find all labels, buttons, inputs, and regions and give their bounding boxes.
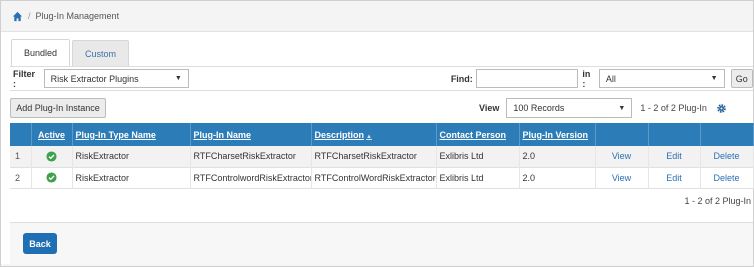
header-delete-action xyxy=(700,123,754,146)
description-cell: RTFCharsetRiskExtractor xyxy=(311,146,437,167)
plugin-type-name-cell: RiskExtractor xyxy=(72,167,191,188)
view-cell: View xyxy=(595,146,649,167)
gear-icon[interactable] xyxy=(716,103,727,114)
footer: Back xyxy=(10,222,753,265)
find-input[interactable] xyxy=(475,69,579,88)
sort-ascending-icon: ▲ xyxy=(366,133,372,140)
row-number: 2 xyxy=(10,167,32,188)
edit-cell: Edit xyxy=(648,146,701,167)
header-index xyxy=(10,123,32,146)
header-plugin-type-name[interactable]: Plug-In Type Name xyxy=(72,123,191,146)
header-active[interactable]: Active xyxy=(31,123,73,146)
in-select[interactable]: All ▼ xyxy=(598,69,725,88)
delete-link[interactable]: Delete xyxy=(713,151,739,161)
delete-cell: Delete xyxy=(700,146,754,167)
delete-link[interactable]: Delete xyxy=(713,173,739,183)
description-cell: RTFControlWordRiskExtractor xyxy=(311,167,437,188)
header-description-label: Description xyxy=(314,129,365,140)
go-button[interactable]: Go xyxy=(730,69,753,88)
contact-person-cell: Exlibris Ltd xyxy=(436,146,520,167)
header-edit-action xyxy=(648,123,701,146)
tab-bundled[interactable]: Bundled xyxy=(11,39,71,66)
filter-label: Filter : xyxy=(13,68,36,89)
chevron-down-icon: ▼ xyxy=(174,75,182,82)
delete-cell: Delete xyxy=(700,167,754,188)
plugin-version-cell: 2.0 xyxy=(519,146,596,167)
back-button[interactable]: Back xyxy=(23,233,57,254)
view-records-select[interactable]: 100 Records ▼ xyxy=(506,98,633,118)
plugin-name-cell: RTFCharsetRiskExtractor xyxy=(190,146,312,167)
app-frame: / Plug-In Management Bundled Custom Filt… xyxy=(0,0,754,267)
plugin-type-name-cell: RiskExtractor xyxy=(72,146,191,167)
pager-bottom: 1 - 2 of 2 Plug-In xyxy=(684,196,751,206)
in-select-value: All xyxy=(605,73,616,84)
check-circle-icon xyxy=(46,151,57,162)
table-row: 2 RiskExtractor RTFControlwordRiskExtrac… xyxy=(10,167,754,188)
view-label: View xyxy=(479,103,500,113)
contact-person-cell: Exlibris Ltd xyxy=(436,167,520,188)
view-link[interactable]: View xyxy=(612,151,631,161)
header-description[interactable]: Description ▲ xyxy=(311,123,437,146)
header-contact-person[interactable]: Contact Person xyxy=(436,123,520,146)
edit-cell: Edit xyxy=(648,167,701,188)
chevron-down-icon: ▼ xyxy=(618,104,626,112)
breadcrumb-current-page: Plug-In Management xyxy=(35,11,120,21)
view-cell: View xyxy=(595,167,649,188)
check-circle-icon xyxy=(46,172,57,183)
in-label: in : xyxy=(582,68,591,89)
breadcrumb: / Plug-In Management xyxy=(1,1,753,31)
row-number: 1 xyxy=(10,146,32,167)
edit-link[interactable]: Edit xyxy=(666,151,682,161)
header-view-action xyxy=(595,123,649,146)
table-row: 1 RiskExtractor RTFCharsetRiskExtractor … xyxy=(10,146,754,167)
plugin-table: Active Plug-In Type Name Plug-In Name De… xyxy=(10,123,754,189)
find-label: Find: xyxy=(450,73,473,84)
filter-select[interactable]: Risk Extractor Plugins ▼ xyxy=(43,69,189,88)
header-plugin-version[interactable]: Plug-In Version xyxy=(519,123,596,146)
tab-bar: Bundled Custom xyxy=(11,39,130,66)
active-cell xyxy=(31,146,73,167)
pager-top: 1 - 2 of 2 Plug-In xyxy=(640,103,707,113)
home-icon[interactable] xyxy=(12,11,23,22)
add-plugin-instance-button[interactable]: Add Plug-In Instance xyxy=(10,98,106,118)
main-content: Bundled Custom Filter : Risk Extractor P… xyxy=(1,31,754,265)
table-header-row: Active Plug-In Type Name Plug-In Name De… xyxy=(10,123,754,146)
view-records-value: 100 Records xyxy=(513,103,565,113)
active-cell xyxy=(31,167,73,188)
edit-link[interactable]: Edit xyxy=(666,173,682,183)
plugin-version-cell: 2.0 xyxy=(519,167,596,188)
filter-select-value: Risk Extractor Plugins xyxy=(50,73,139,84)
filter-bar: Filter : Risk Extractor Plugins ▼ Find: … xyxy=(10,66,753,91)
tab-custom[interactable]: Custom xyxy=(72,40,130,66)
breadcrumb-separator: / xyxy=(28,11,31,21)
view-link[interactable]: View xyxy=(612,173,631,183)
toolbar: Add Plug-In Instance View 100 Records ▼ … xyxy=(10,95,753,121)
plugin-name-cell: RTFControlwordRiskExtractor xyxy=(190,167,312,188)
chevron-down-icon: ▼ xyxy=(710,75,718,82)
header-plugin-name[interactable]: Plug-In Name xyxy=(190,123,312,146)
